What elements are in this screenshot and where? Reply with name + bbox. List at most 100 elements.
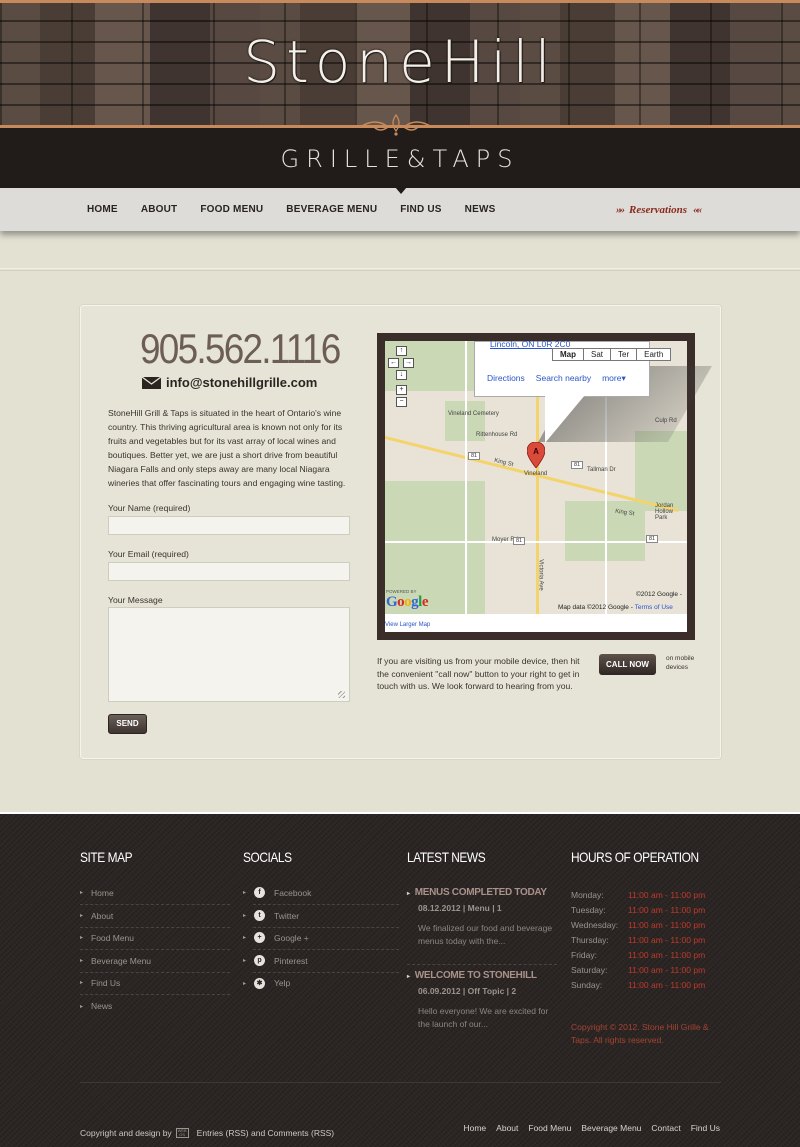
bullet-icon: ▸	[243, 935, 247, 942]
pan-down-icon[interactable]: ↓	[396, 370, 407, 380]
name-field[interactable]	[109, 518, 349, 536]
envelope-icon	[142, 376, 161, 389]
news-post-title[interactable]: ▸ MENUS COMPLETED TODAY	[407, 887, 547, 898]
footer-divider	[80, 1082, 721, 1083]
google-logo[interactable]: POWERED BY Google	[386, 589, 429, 611]
map-label: Tallman Dr	[587, 467, 616, 473]
map-data-text: Map data ©2012 Google -	[558, 604, 635, 611]
bullet-icon: ▸	[80, 913, 84, 920]
news-post-excerpt: We finalized our food and beverage menus…	[418, 923, 553, 946]
designer-logo-icon[interactable]: WEB OS	[175, 1128, 189, 1138]
search-nearby-link[interactable]: Search nearby	[536, 373, 591, 384]
bullet-icon: ▸	[407, 974, 410, 980]
highway-badge: 81	[513, 537, 526, 545]
social-item-twitter[interactable]: ▸ t Twitter	[243, 905, 399, 928]
sitemap-item-news[interactable]: ▸ News	[80, 995, 230, 1018]
section-divider	[0, 268, 800, 271]
site-header: StoneHill GRILLE&TAPS	[0, 0, 800, 188]
map-label: Jordan Hollow Park	[655, 503, 674, 521]
name-label: Your Name (required)	[108, 503, 191, 513]
footer-link-contact[interactable]: Contact	[651, 1123, 680, 1133]
bullet-icon: ▸	[243, 913, 247, 920]
social-item-yelp[interactable]: ▸ ✱ Yelp	[243, 972, 399, 995]
sitemap-item-food-menu[interactable]: ▸ Food Menu	[80, 927, 230, 950]
terms-of-use-link[interactable]: Terms of Use	[635, 604, 673, 611]
reservations-label: Reservations	[629, 204, 688, 216]
svg-text:A: A	[533, 447, 539, 456]
map-copyright: ©2012 Google -	[636, 591, 682, 598]
hours-time: 11:00 am - 11:00 pm	[628, 965, 706, 975]
map-pin-icon[interactable]: A	[527, 442, 545, 468]
pan-right-icon[interactable]: →	[403, 358, 414, 368]
view-larger-map-link[interactable]: View Larger Map	[385, 622, 430, 628]
map-label: Victoria Ave	[537, 559, 544, 591]
social-item-google-plus[interactable]: ▸ + Google +	[243, 927, 399, 950]
rss-links[interactable]: Entries (RSS) and Comments (RSS)	[197, 1128, 334, 1138]
nav-item-about[interactable]: ABOUT	[132, 188, 187, 231]
map-link-bar	[385, 614, 687, 632]
site-logo[interactable]: StoneHill	[0, 28, 800, 96]
about-text: StoneHill Grill & Taps is situated in th…	[108, 408, 346, 488]
email-row[interactable]: info@stonehillgrille.com	[142, 375, 317, 390]
bullet-icon: ▸	[80, 980, 84, 987]
nav-item-food-menu[interactable]: FOOD MENU	[191, 188, 272, 231]
directions-link[interactable]: Directions	[487, 373, 525, 384]
hours-day: Tuesday:	[571, 905, 606, 915]
send-button[interactable]: SEND	[108, 714, 147, 734]
social-item-pinterest[interactable]: ▸ p Pinterest	[243, 950, 399, 973]
footer-copyright: Copyright and design by WEB OS Entries (R…	[80, 1128, 334, 1138]
bullet-icon: ▸	[80, 1003, 84, 1010]
map-bubble-links: Directions Search nearby more▾	[487, 373, 626, 384]
footer-link-home[interactable]: Home	[463, 1123, 486, 1133]
nav-item-find-us[interactable]: FIND US	[391, 188, 450, 231]
news-post-title[interactable]: ▸ WELCOME TO STONEHILL	[407, 970, 537, 981]
email-field[interactable]	[109, 564, 349, 582]
nav-item-news[interactable]: NEWS	[456, 188, 505, 231]
hours-row: Friday: 11:00 am - 11:00 pm	[571, 950, 721, 965]
bullet-icon: ▸	[80, 890, 84, 897]
map-type-map[interactable]: Map	[553, 349, 584, 360]
footer-link-beverage-menu[interactable]: Beverage Menu	[581, 1123, 641, 1133]
highway-badge: 81	[571, 461, 584, 469]
social-label: Facebook	[274, 887, 312, 898]
hours-row: Tuesday: 11:00 am - 11:00 pm	[571, 905, 721, 920]
map-type-earth[interactable]: Earth	[637, 349, 670, 360]
more-link[interactable]: more▾	[602, 373, 626, 384]
socials-title: SOCIALS	[243, 849, 292, 865]
footer-link-food-menu[interactable]: Food Menu	[528, 1123, 571, 1133]
pan-up-icon[interactable]: ↑	[396, 346, 407, 356]
nav-item-home[interactable]: HOME	[78, 188, 127, 231]
zoom-in-icon[interactable]: +	[396, 385, 407, 395]
map-label: Culp Rd	[655, 418, 677, 424]
sitemap-item-find-us[interactable]: ▸ Find Us	[80, 972, 230, 995]
footer-link-about[interactable]: About	[496, 1123, 518, 1133]
zoom-out-icon[interactable]: −	[396, 397, 407, 407]
map-type-ter[interactable]: Ter	[611, 349, 638, 360]
nav-item-beverage-menu[interactable]: BEVERAGE MENU	[277, 188, 386, 231]
news-post-meta[interactable]: 06.09.2012 | Off Topic | 2	[418, 986, 516, 996]
hours-day: Monday:	[571, 890, 604, 900]
hours-day: Saturday:	[571, 965, 608, 975]
hours-time: 11:00 am - 11:00 pm	[628, 980, 706, 990]
email-address[interactable]: info@stonehillgrille.com	[166, 375, 317, 390]
sitemap-item-beverage-menu[interactable]: ▸ Beverage Menu	[80, 950, 230, 973]
social-item-facebook[interactable]: ▸ f Facebook	[243, 882, 399, 905]
social-label: Google +	[274, 932, 309, 943]
map-data-attribution: Map data ©2012 Google - Terms of Use	[558, 604, 673, 611]
reservations-link[interactable]: »» Reservations ««	[616, 202, 702, 218]
hours-row: Monday: 11:00 am - 11:00 pm	[571, 890, 721, 905]
phone-number[interactable]: 905.562.1116	[140, 325, 341, 373]
flourish-left-icon: »»	[616, 204, 625, 216]
resize-grip-icon[interactable]	[338, 691, 345, 698]
email-field-wrap	[108, 562, 350, 582]
twitter-icon: t	[254, 910, 266, 922]
footer-link-find-us[interactable]: Find Us	[691, 1123, 720, 1133]
sitemap-item-home[interactable]: ▸ Home	[80, 882, 230, 905]
map-type-sat[interactable]: Sat	[584, 349, 612, 360]
news-post-meta[interactable]: 08.12.2012 | Menu | 1	[418, 903, 502, 913]
pan-left-icon[interactable]: ←	[388, 358, 399, 368]
sitemap-item-about[interactable]: ▸ About	[80, 905, 230, 928]
message-field[interactable]	[109, 608, 349, 701]
call-now-button[interactable]: CALL NOW	[599, 654, 656, 675]
latest-news-title: LATEST NEWS	[407, 849, 486, 865]
